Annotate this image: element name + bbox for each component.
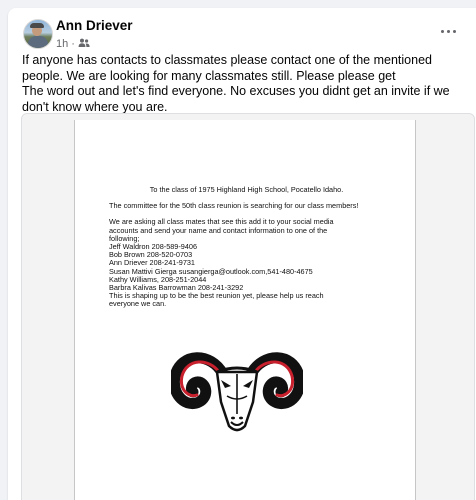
- post-attachment-image[interactable]: To the class of 1975 Highland High Schoo…: [21, 113, 475, 500]
- ram-mascot-logo: [171, 352, 303, 432]
- post-text-line: If anyone has contacts to classmates ple…: [22, 53, 432, 83]
- flyer-text: To the class of 1975 Highland High Schoo…: [109, 185, 384, 317]
- author-name[interactable]: Ann Driever: [56, 18, 133, 33]
- post-header: Ann Driever 1h ·: [20, 18, 460, 58]
- post-text-line: The word out and let's find everyone. No…: [22, 84, 450, 114]
- flyer-paragraph: The committee for the 50th class reunion…: [109, 201, 359, 211]
- post-text: If anyone has contacts to classmates ple…: [22, 53, 468, 115]
- flyer-line: accounts and send your name and contact …: [109, 225, 328, 235]
- flyer-title: To the class of 1975 Highland High Schoo…: [149, 185, 344, 194]
- flyer-line: everyone we can.: [109, 299, 167, 309]
- friends-icon[interactable]: [78, 38, 90, 48]
- flyer-document: To the class of 1975 Highland High Schoo…: [74, 120, 416, 500]
- post-card: Ann Driever 1h · If anyone has contacts t…: [8, 8, 476, 500]
- post-time[interactable]: 1h: [56, 38, 68, 50]
- post-meta: 1h ·: [56, 38, 90, 50]
- avatar[interactable]: [23, 19, 53, 49]
- flyer-contact-list: We are asking all class mates that see t…: [109, 218, 384, 308]
- more-options-icon[interactable]: [436, 22, 460, 40]
